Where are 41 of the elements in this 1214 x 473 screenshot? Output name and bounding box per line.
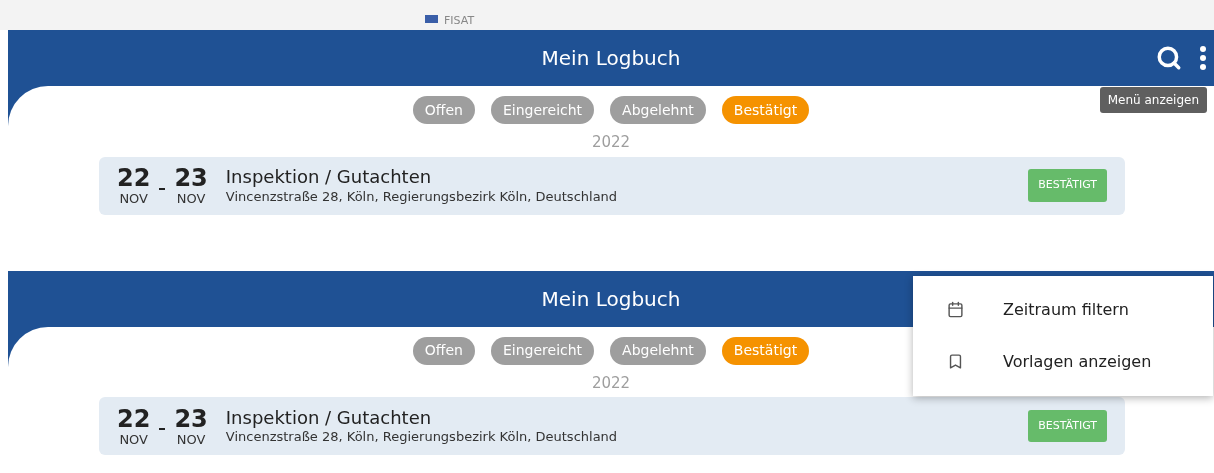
status-filter-chip[interactable]: Bestätigt [721,336,810,365]
page-title: Mein Logbuch [541,285,681,313]
status-filter-chip[interactable]: Bestätigt [721,96,810,124]
status-filter-chip[interactable]: Offen [412,96,475,124]
logbook-entry-card[interactable]: 22 NOV 23 NOV Inspektion / Gutachten Vincenzstraße 28, Köln, Regierungsbezirk Köln, Deutschland BESTÄTIGT [99,397,1125,455]
start-day: 22 [117,166,151,190]
end-day: 23 [174,166,208,190]
year-heading: 2022 [591,132,631,153]
entry-title: Inspektion / Gutachten [225,406,433,430]
logbook-entry-card[interactable]: 22 NOV 23 NOV Inspektion / Gutachten Vincenzstraße 28, Köln, Regierungsbezirk Köln, Deutschland BESTÄTIGT [99,156,1125,215]
date-range-dash [159,428,166,430]
end-month: NOV [176,432,206,446]
status-badge: BESTÄTIGT [1028,409,1107,443]
status-badge: BESTÄTIGT [1028,169,1107,202]
date-range-dash [159,187,166,190]
end-month: NOV [176,192,206,205]
year-heading: 2022 [591,372,631,394]
start-month: NOV [119,192,148,205]
end-day: 23 [174,406,208,431]
status-filter-chip[interactable]: Eingereicht [491,336,595,365]
start-month: NOV [119,432,148,446]
search-icon [1156,45,1182,71]
calendar-icon [947,301,964,318]
status-filter-chip[interactable]: Abgelehnt [610,96,706,124]
menu-item[interactable]: Zeitraum filtern [913,283,1213,336]
start-day: 22 [117,406,151,431]
search-button[interactable] [1156,45,1182,71]
status-filter-chip[interactable]: Eingereicht [491,96,595,124]
status-filter-chip[interactable]: Offen [412,336,475,365]
app-label: FISAT [444,15,475,26]
bookmark-icon [947,353,964,370]
more-button[interactable] [1200,46,1206,70]
status-filter-chip[interactable]: Abgelehnt [610,336,706,365]
menu-item[interactable]: Vorlagen anzeigen [913,335,1213,388]
logo-icon [425,15,438,23]
entry-address: Vincenzstraße 28, Köln, Regierungsbezirk Köln, Deutschland [225,429,618,446]
tooltip: Menü anzeigen [1099,87,1207,113]
entry-title: Inspektion / Gutachten [225,166,433,189]
more-icon [1200,46,1206,70]
entry-address: Vincenzstraße 28, Köln, Regierungsbezirk Köln, Deutschland [225,188,618,205]
page-title: Mein Logbuch [541,45,681,72]
